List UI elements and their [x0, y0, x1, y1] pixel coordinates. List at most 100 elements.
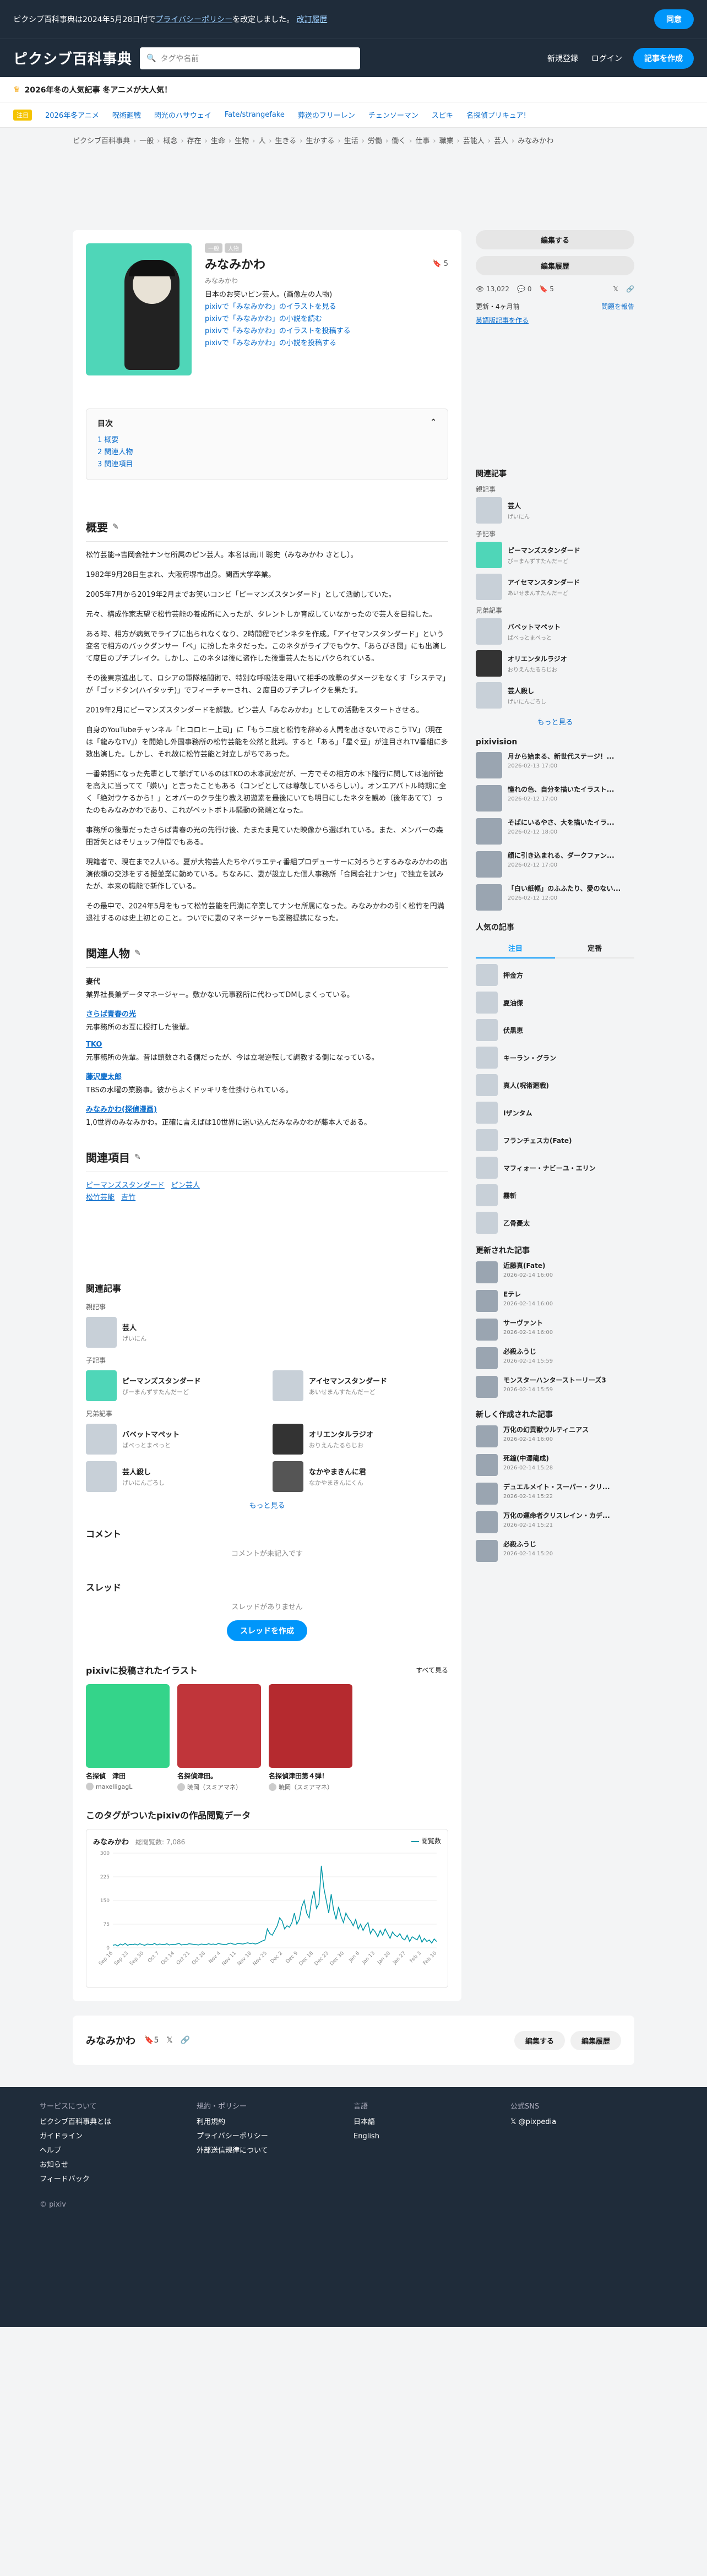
new-article-item[interactable]: デュエルメイト・スーパー・クリ... 2026-02-14 15:22 [476, 1483, 634, 1505]
link-copy-icon[interactable]: 🔗 [181, 2036, 190, 2045]
popular-item[interactable]: キーラン・グラン [476, 1047, 634, 1069]
popular-item[interactable]: マフィォー・ナビーユ・エリン [476, 1157, 634, 1179]
popular-item[interactable]: 夏油傑 [476, 992, 634, 1014]
language-option[interactable]: 日本語 [354, 2115, 510, 2130]
footer-link[interactable]: お知らせ [40, 2158, 197, 2172]
popular-item[interactable]: 乙骨憂太 [476, 1212, 634, 1234]
person-name[interactable]: さらば青春の光 [86, 1008, 448, 1019]
breadcrumb-item[interactable]: 人 [258, 137, 265, 145]
breadcrumb-item[interactable]: みなみかわ [518, 137, 553, 145]
toc-item[interactable]: 1 概要 [97, 434, 437, 446]
pencil-icon[interactable]: ✎ [112, 522, 119, 531]
related-article-item[interactable]: 芸人 げいにん [86, 1317, 262, 1348]
pixivision-item[interactable]: 憧れの色、自分を描いたイラスト... 2026-02-12 17:00 [476, 785, 634, 812]
sns-link[interactable]: 𝕏 @pixpedia [510, 2115, 667, 2130]
related-item-link[interactable]: 吉竹 [121, 1194, 135, 1202]
related-article-item[interactable]: バベットマペット ばべっとまぺっと [86, 1424, 262, 1455]
footer-link[interactable]: プライバシーポリシー [197, 2130, 354, 2144]
footer-link[interactable]: 利用規約 [197, 2115, 354, 2130]
sidebar-related-item[interactable]: 芸人殺し げいにんごろし [476, 682, 634, 709]
search-input[interactable]: 🔍 タグや名前 [140, 47, 360, 69]
signup-link[interactable]: 新規登録 [547, 53, 578, 64]
updated-article-item[interactable]: 必殺ふうじ 2026-02-14 15:59 [476, 1347, 634, 1369]
breadcrumb-item[interactable]: 芸人 [494, 137, 508, 145]
popular-item[interactable]: Iザンタム [476, 1102, 634, 1124]
breadcrumb-item[interactable]: 概念 [163, 137, 177, 145]
agree-button[interactable]: 同意 [654, 9, 694, 29]
sidebar-history-button[interactable]: 編集履歴 [476, 256, 634, 275]
person-name[interactable]: TKO [86, 1041, 448, 1049]
footer-edit-button[interactable]: 編集する [514, 2030, 565, 2050]
breadcrumb-item[interactable]: ピクシブ百科事典 [73, 137, 130, 145]
create-thread-button[interactable]: スレッドを作成 [227, 1620, 307, 1641]
pixivision-item[interactable]: 月から始まる、新世代ステージ！... 2026-02-13 17:00 [476, 752, 634, 778]
related-item-link[interactable]: 松竹芸能 [86, 1194, 115, 1202]
sidebar-edit-button[interactable]: 編集する [476, 230, 634, 249]
related-article-item[interactable]: 芸人殺し げいにんごろし [86, 1461, 262, 1492]
popular-item[interactable]: 伏黒恵 [476, 1019, 634, 1041]
related-article-item[interactable]: オリエンタルラジオ おりえんたるらじお [273, 1424, 448, 1455]
new-article-item[interactable]: 万化の運命者クリスレイン・カデ... 2026-02-14 15:21 [476, 1511, 634, 1533]
breadcrumb-item[interactable]: 生きる [275, 137, 297, 145]
x-share-icon[interactable]: 𝕏 [613, 285, 618, 293]
new-article-item[interactable]: 死鐘(中澤龍成) 2026-02-14 15:28 [476, 1454, 634, 1476]
person-name[interactable]: 藤沢慶太郎 [86, 1071, 448, 1081]
footer-link[interactable]: フィードバック [40, 2172, 197, 2187]
person-name[interactable]: みなみかわ(探偵漫画) [86, 1103, 448, 1114]
tab-standard[interactable]: 定番 [555, 938, 634, 958]
related-item-link[interactable]: ピン芸人 [171, 1181, 200, 1190]
footer-link[interactable]: 外部送信規律について [197, 2144, 354, 2158]
related-article-item[interactable]: なかやまきんに君 なかやまきんにくん [273, 1461, 448, 1492]
footer-link[interactable]: ヘルプ [40, 2144, 197, 2158]
x-share-icon[interactable]: 𝕏 [166, 2036, 172, 2045]
bookmark-button[interactable]: 🔖 5 [433, 260, 448, 268]
sidebar-related-item[interactable]: バベットマペット ばべっとまぺっと [476, 618, 634, 645]
pixiv-link[interactable]: pixivで「みなみかわ」の小説を読む [205, 313, 448, 325]
pixivision-item[interactable]: 顔に引き込まれる、ダークファン... 2026-02-12 17:00 [476, 851, 634, 878]
sidebar-related-item[interactable]: オリエンタルラジオ おりえんたるらじお [476, 650, 634, 677]
updated-article-item[interactable]: サーヴァント 2026-02-14 16:00 [476, 1319, 634, 1341]
sidebar-related-item[interactable]: 芸人 げいにん [476, 497, 634, 524]
popular-item[interactable]: 押金方 [476, 964, 634, 986]
login-link[interactable]: ログイン [591, 53, 622, 64]
popular-item[interactable]: 真人(呪術廻戦) [476, 1074, 634, 1096]
pixiv-link[interactable]: pixivで「みなみかわ」のイラストを投稿する [205, 325, 448, 337]
related-article-item[interactable]: アイセマンスタンダード あいせまんすたんだーど [273, 1370, 448, 1401]
illustration-card[interactable]: 名探偵津田第４弾！ 暁岡（スミアマネ） [269, 1684, 352, 1791]
language-option[interactable]: English [354, 2130, 510, 2144]
illustration-card[interactable]: 名探偵津田。 暁岡（スミアマネ） [177, 1684, 261, 1791]
trending-tag[interactable]: チェンソーマン [368, 110, 418, 120]
pixiv-link[interactable]: pixivで「みなみかわ」のイラストを見る [205, 301, 448, 313]
chevron-up-icon[interactable]: ⌃ [430, 418, 437, 429]
breadcrumb-item[interactable]: 労働 [368, 137, 382, 145]
related-article-item[interactable]: ピーマンズスタンダード ぴーまんずすたんだーど [86, 1370, 262, 1401]
show-more-link[interactable]: もっと見る [86, 1500, 448, 1510]
toc-item[interactable]: 2 関連人物 [97, 446, 437, 459]
pixiv-link[interactable]: pixivで「みなみかわ」の小説を投稿する [205, 337, 448, 350]
breadcrumb-item[interactable]: 働く [391, 137, 406, 145]
trending-tag[interactable]: 呪術廻戦 [112, 110, 141, 120]
report-link[interactable]: 問題を報告 [601, 302, 634, 311]
new-article-item[interactable]: 万化の幻異獣ウルティニアス 2026-02-14 16:00 [476, 1425, 634, 1447]
trending-tag[interactable]: 葬送のフリーレン [298, 110, 355, 120]
popular-item[interactable]: 霧斬 [476, 1184, 634, 1206]
create-article-button[interactable]: 記事を作成 [633, 47, 694, 69]
popular-item[interactable]: フランチェスカ(Fate) [476, 1129, 634, 1151]
breadcrumb-item[interactable]: 生命 [211, 137, 225, 145]
updated-article-item[interactable]: 近藤真(Fate) 2026-02-14 16:00 [476, 1261, 634, 1283]
revision-history-link[interactable]: 改訂履歴 [297, 15, 328, 24]
breadcrumb-item[interactable]: 職業 [439, 137, 454, 145]
bookmark-button[interactable]: 🔖5 [144, 2036, 159, 2045]
privacy-policy-link[interactable]: プライバシーポリシー [155, 15, 232, 24]
sidebar-more-link[interactable]: もっと見る [476, 716, 634, 727]
footer-link[interactable]: ピクシブ百科事典とは [40, 2115, 197, 2130]
trending-tag[interactable]: 2026年冬アニメ [45, 110, 99, 120]
footer-link[interactable]: ガイドライン [40, 2130, 197, 2144]
breadcrumb-item[interactable]: 一般 [139, 137, 154, 145]
sidebar-related-item[interactable]: アイセマンスタンダード あいせまんすたんだーど [476, 574, 634, 600]
english-article-link[interactable]: 英語版記事を作る [476, 317, 529, 324]
seasonal-banner[interactable]: ♛ 2026年冬の人気記事 冬アニメが大人気！ [0, 77, 707, 102]
breadcrumb-item[interactable]: 生活 [344, 137, 358, 145]
breadcrumb-item[interactable]: 芸能人 [463, 137, 485, 145]
pixivision-item[interactable]: そばにいるやさ、大を描いたイラ... 2026-02-12 18:00 [476, 818, 634, 845]
